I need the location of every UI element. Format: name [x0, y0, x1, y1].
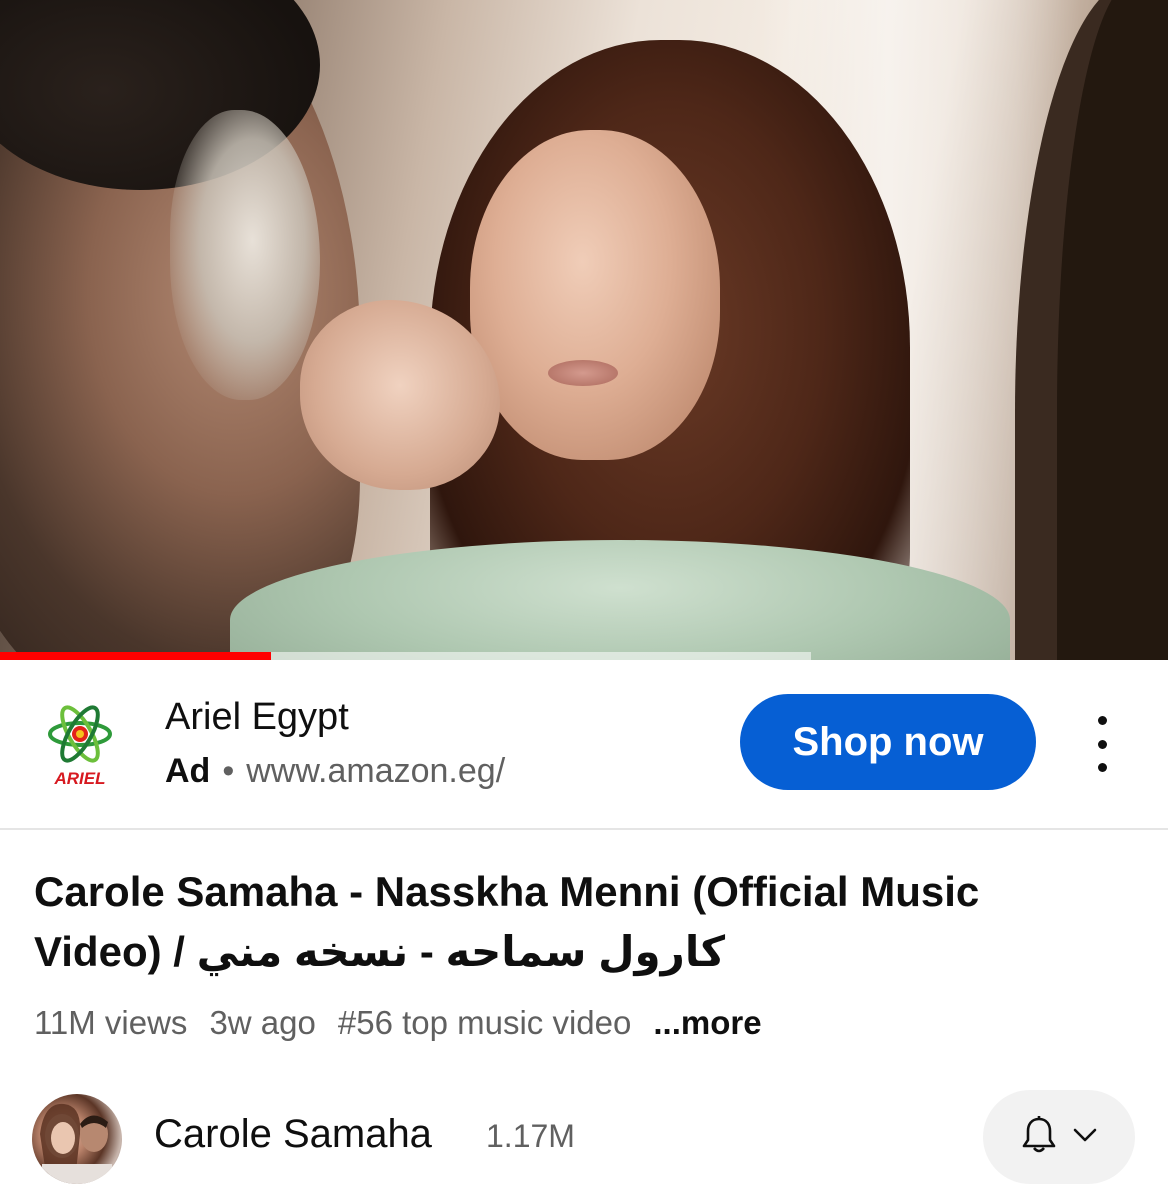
- view-count: 11M views: [34, 1004, 188, 1041]
- notification-bell-button[interactable]: [983, 1090, 1135, 1184]
- trending-rank: #56 top music video: [337, 1004, 632, 1041]
- ad-url[interactable]: www.amazon.eg/: [246, 752, 505, 790]
- bell-icon: [1020, 1115, 1058, 1160]
- ad-label: Ad: [165, 752, 211, 790]
- playback-progress-bar[interactable]: [0, 652, 271, 660]
- video-player[interactable]: [0, 0, 1168, 660]
- advertiser-name: Ariel Egypt: [165, 696, 349, 738]
- channel-name[interactable]: Carole Samaha: [154, 1112, 432, 1157]
- meta-separator: •: [222, 752, 235, 790]
- ad-meta: Ad • www.amazon.eg/: [165, 752, 505, 791]
- chevron-down-icon: [1072, 1127, 1098, 1148]
- more-vertical-icon[interactable]: [1082, 716, 1122, 772]
- subscriber-count: 1.17M: [486, 1118, 575, 1154]
- video-frame-lips: [548, 360, 618, 386]
- divider: [0, 828, 1168, 830]
- ad-banner[interactable]: ARIEL Ariel Egypt Ad • www.amazon.eg/ Shop…: [0, 660, 1168, 828]
- upload-age: 3w ago: [209, 1004, 316, 1041]
- ariel-logo-text: ARIEL: [54, 769, 106, 788]
- ariel-logo-icon: ARIEL: [30, 696, 130, 792]
- channel-avatar[interactable]: [32, 1094, 122, 1184]
- shop-now-button[interactable]: Shop now: [740, 694, 1036, 790]
- video-title[interactable]: Carole Samaha - Nasskha Menni (Official …: [34, 862, 1034, 982]
- video-frame-woman-face: [470, 130, 720, 460]
- more-link[interactable]: ...more: [653, 1004, 761, 1041]
- video-meta[interactable]: 11M views 3w ago #56 top music video ...mor…: [34, 1004, 762, 1042]
